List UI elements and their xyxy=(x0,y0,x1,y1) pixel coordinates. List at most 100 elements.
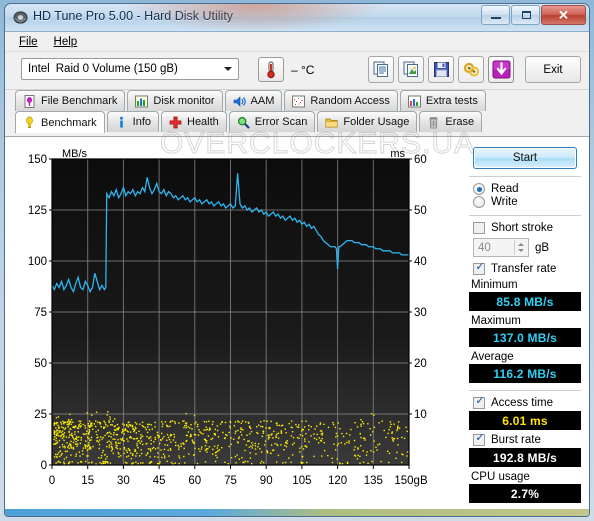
access-time-point xyxy=(63,423,65,425)
menu-item-help[interactable]: Help xyxy=(46,34,86,50)
maximize-button[interactable] xyxy=(511,5,540,25)
access-time-point xyxy=(304,440,306,442)
menu-item-file[interactable]: File xyxy=(11,34,46,50)
drive-select[interactable]: Intel Raid 0 Volume (150 gB) xyxy=(21,58,239,80)
access-time-point xyxy=(360,419,362,421)
access-time-point xyxy=(140,434,142,436)
access-time-point xyxy=(57,424,59,427)
access-time-point xyxy=(55,434,58,437)
access-time-point xyxy=(354,422,356,424)
access-time-point xyxy=(59,450,61,452)
access-time-point xyxy=(388,428,390,431)
y2-axis-tick-label: 20 xyxy=(414,358,427,370)
access-time-point xyxy=(104,460,106,463)
tab-health[interactable]: Health xyxy=(161,111,227,132)
checkbox-transfer-rate[interactable]: Transfer rate xyxy=(473,261,583,275)
tab-error-scan[interactable]: Error Scan xyxy=(228,111,316,132)
access-time-point xyxy=(208,446,211,448)
access-time-point xyxy=(75,438,77,440)
access-time-point xyxy=(170,461,173,464)
access-time-point xyxy=(200,448,203,450)
access-time-point xyxy=(323,423,325,426)
access-time-point xyxy=(134,448,136,451)
access-time-point xyxy=(373,440,375,442)
tab-file-benchmark[interactable]: File Benchmark xyxy=(15,90,126,111)
access-time-point xyxy=(71,434,73,437)
short-stroke-input[interactable]: 40 xyxy=(473,238,529,257)
tab-benchmark[interactable]: Benchmark xyxy=(15,111,105,133)
access-time-point xyxy=(166,444,169,446)
access-time-point xyxy=(298,424,300,426)
checkbox-access-time[interactable]: Access time xyxy=(473,395,583,409)
access-time-point xyxy=(357,447,359,449)
tab-info[interactable]: Info xyxy=(106,111,159,132)
access-time-point xyxy=(79,455,81,457)
checkbox-short-stroke[interactable]: Short stroke xyxy=(473,222,583,234)
access-time-point xyxy=(108,446,110,448)
save-button[interactable] xyxy=(428,56,454,83)
access-time-point xyxy=(109,462,112,464)
radio-write[interactable]: Write xyxy=(473,196,583,208)
access-time-point xyxy=(319,422,322,424)
minimum-label: Minimum xyxy=(471,279,518,291)
access-time-point xyxy=(389,421,391,423)
access-time-point xyxy=(88,420,91,422)
access-time-point xyxy=(360,423,362,426)
access-time-point xyxy=(162,453,165,455)
tab-erase[interactable]: Erase xyxy=(419,111,483,132)
close-button[interactable]: ✕ xyxy=(541,5,586,25)
settings-button[interactable] xyxy=(458,56,484,83)
access-time-point xyxy=(149,456,151,458)
results-panel: Start Read Write Short stroke 40 gB ✓ Tr… xyxy=(467,143,583,508)
access-time-point xyxy=(169,435,172,437)
access-time-point xyxy=(342,435,345,438)
access-time-point xyxy=(55,442,57,445)
copy-image-button[interactable] xyxy=(398,56,424,83)
access-time-point xyxy=(156,434,159,436)
minimize-button[interactable] xyxy=(481,5,510,25)
temperature-button[interactable] xyxy=(258,57,284,82)
access-time-point xyxy=(327,454,329,457)
start-button[interactable]: Start xyxy=(473,147,577,169)
access-time-point xyxy=(234,432,236,434)
tab-folder-usage[interactable]: Folder Usage xyxy=(317,111,418,132)
access-time-point xyxy=(249,457,252,459)
tab-row-primary: Benchmark Info Health Error Scan Folder … xyxy=(15,111,583,133)
access-time-point xyxy=(58,439,61,442)
access-time-point xyxy=(158,463,161,465)
access-time-point xyxy=(161,425,164,428)
access-time-point xyxy=(346,462,349,465)
access-time-point xyxy=(353,449,355,451)
access-time-point xyxy=(151,447,154,450)
access-time-point xyxy=(75,455,77,457)
spinner-icon[interactable] xyxy=(514,240,527,255)
access-time-point xyxy=(127,431,129,433)
access-time-point xyxy=(256,431,258,434)
temperature-value: – °C xyxy=(291,63,315,77)
radio-read[interactable]: Read xyxy=(473,183,583,195)
tab-random-access[interactable]: Random Access xyxy=(284,90,398,111)
access-time-point xyxy=(136,438,138,440)
tab-aam[interactable]: AAM xyxy=(224,90,283,111)
access-time-point xyxy=(331,457,333,459)
radio-read-icon xyxy=(473,183,485,195)
access-time-point xyxy=(268,434,271,436)
access-time-point xyxy=(359,455,361,458)
access-time-point xyxy=(87,436,89,439)
access-time-point xyxy=(217,436,220,438)
exit-button[interactable]: Exit xyxy=(525,56,581,83)
access-time-point xyxy=(349,434,351,436)
checkbox-burst-rate[interactable]: Burst rate xyxy=(473,432,583,446)
tab-disk-monitor[interactable]: Disk monitor xyxy=(127,90,223,111)
access-time-point xyxy=(178,457,181,459)
copy-text-button[interactable] xyxy=(368,56,394,83)
tab-extra-tests[interactable]: Extra tests xyxy=(399,90,486,111)
access-time-point xyxy=(135,432,137,434)
access-time-point xyxy=(123,452,125,455)
access-time-point xyxy=(262,432,264,434)
radio-write-icon xyxy=(473,196,485,208)
access-time-point xyxy=(174,462,176,464)
access-time-point xyxy=(370,413,373,415)
access-time-point xyxy=(80,461,82,463)
download-button[interactable] xyxy=(488,56,514,83)
